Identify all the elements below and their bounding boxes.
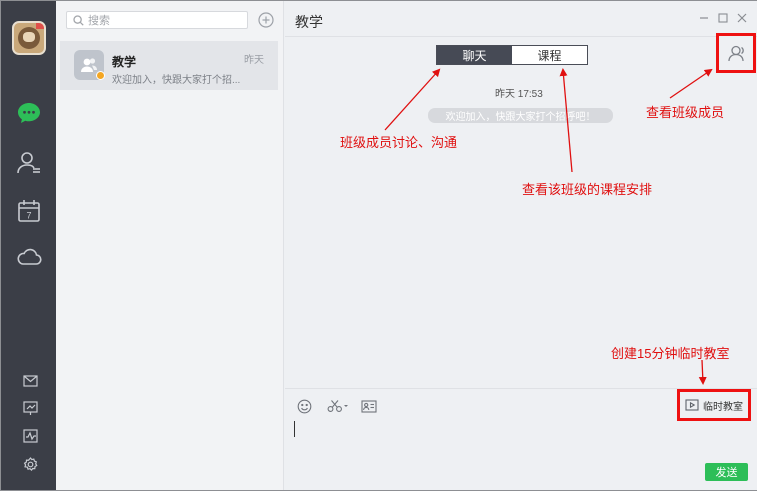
add-icon[interactable] bbox=[258, 12, 274, 28]
screenshot-scissors-icon[interactable] bbox=[327, 398, 349, 414]
message-time-separator: 昨天 17:53 bbox=[495, 89, 543, 100]
tab-course[interactable]: 课程 bbox=[512, 46, 587, 64]
avatar-badge bbox=[36, 23, 44, 29]
classroom-button-label: 临时教室 bbox=[703, 401, 743, 413]
search-icon bbox=[73, 14, 84, 26]
conversation-item-teaching[interactable]: 教学 昨天 欢迎加入，快跟大家打个招... bbox=[60, 41, 278, 90]
nav-rail: 7 bbox=[1, 1, 56, 490]
message-input[interactable] bbox=[294, 421, 295, 437]
calendar-icon[interactable]: 7 bbox=[16, 198, 42, 224]
annotation-discussion: 班级成员讨论、沟通 bbox=[340, 135, 458, 150]
activity-icon[interactable] bbox=[22, 428, 38, 444]
svg-text:7: 7 bbox=[26, 211, 31, 221]
members-icon bbox=[728, 45, 744, 62]
avatar-image-detail bbox=[23, 32, 35, 42]
system-message: 欢迎加入，快跟大家打个招呼吧！ bbox=[428, 108, 613, 123]
members-button[interactable] bbox=[716, 33, 756, 73]
close-icon[interactable] bbox=[736, 12, 748, 24]
cloud-icon[interactable] bbox=[16, 244, 42, 270]
temporary-classroom-button[interactable]: 临时教室 bbox=[677, 389, 751, 421]
chat-title: 教学 bbox=[295, 14, 323, 30]
chat-bubble-icon[interactable] bbox=[16, 100, 42, 126]
minimize-icon[interactable] bbox=[698, 12, 710, 24]
whiteboard-icon[interactable] bbox=[22, 400, 38, 416]
chat-pane: 教学 聊天 课程 昨天 17:53 欢迎加入，快跟大家打个招呼吧！ 临时教室 发… bbox=[285, 1, 757, 490]
mail-icon[interactable] bbox=[22, 373, 38, 389]
send-button[interactable]: 发送 bbox=[705, 463, 748, 481]
maximize-icon[interactable] bbox=[717, 12, 729, 24]
search-input[interactable]: 搜索 bbox=[66, 11, 248, 29]
annotation-schedule: 查看该班级的课程安排 bbox=[522, 182, 653, 197]
tab-chat[interactable]: 聊天 bbox=[437, 46, 512, 64]
contacts-icon[interactable] bbox=[16, 150, 42, 176]
conversation-time: 昨天 bbox=[244, 55, 264, 66]
group-badge-icon bbox=[96, 71, 105, 80]
conversation-name: 教学 bbox=[112, 55, 137, 69]
user-avatar[interactable] bbox=[12, 21, 46, 55]
conversation-preview: 欢迎加入，快跟大家打个招... bbox=[112, 75, 241, 86]
annotation-classroom: 创建15分钟临时教室 bbox=[611, 346, 730, 361]
contact-card-icon[interactable] bbox=[360, 398, 378, 414]
header-divider bbox=[285, 36, 757, 37]
conversation-list-panel: 搜索 教学 昨天 欢迎加入，快跟大家打个招... bbox=[56, 1, 284, 490]
gear-icon[interactable] bbox=[22, 456, 38, 472]
annotation-members: 查看班级成员 bbox=[646, 105, 725, 120]
search-placeholder: 搜索 bbox=[88, 15, 110, 27]
chat-tab-switcher: 聊天 课程 bbox=[436, 45, 588, 65]
app-window: 7 搜索 教学 昨天 欢迎加入，快跟大家打个招... 教学 聊天 课程 昨天 1… bbox=[0, 0, 757, 491]
classroom-play-icon bbox=[685, 399, 699, 411]
emoji-icon[interactable] bbox=[295, 398, 313, 414]
